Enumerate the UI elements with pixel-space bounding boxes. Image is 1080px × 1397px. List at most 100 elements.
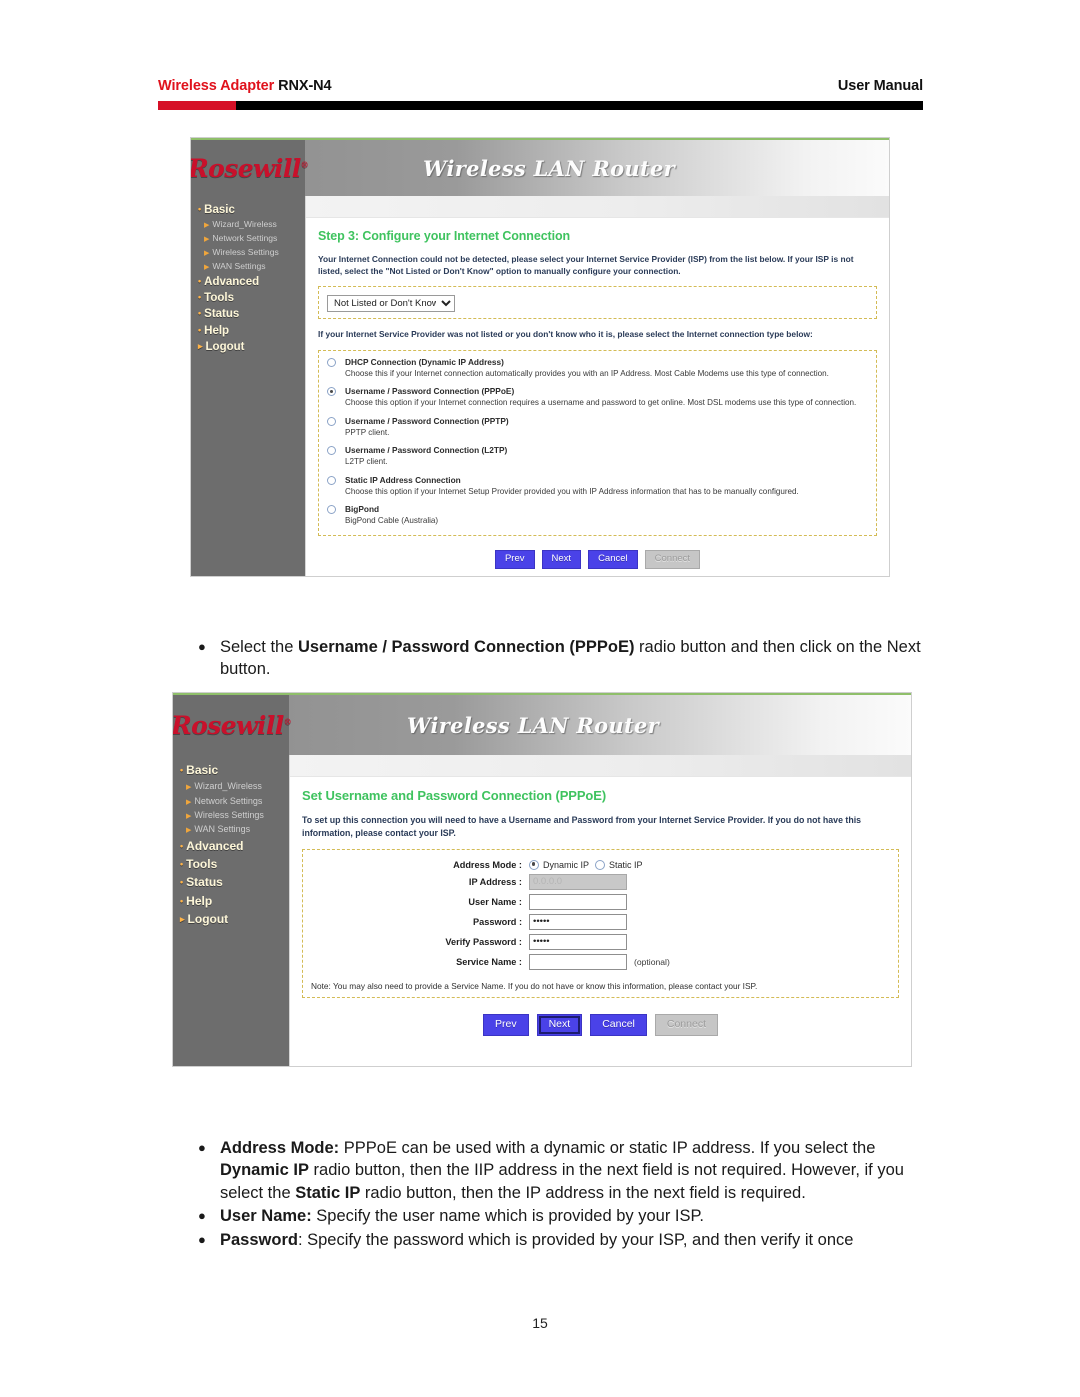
sidebar-item-advanced[interactable]: • Advanced xyxy=(180,837,289,855)
sidebar-item-wireless-settings[interactable]: ▶ Wireless Settings xyxy=(180,808,289,822)
cancel-button[interactable]: Cancel xyxy=(588,549,638,569)
bullet-icon: ● xyxy=(198,1231,206,1247)
radio-icon-static[interactable] xyxy=(595,859,606,870)
page-header-row: Wireless Adapter RNX-N4 User Manual xyxy=(158,78,923,94)
sidebar-item-network-settings[interactable]: ▶ Network Settings xyxy=(180,794,289,808)
next-button[interactable]: Next xyxy=(541,549,582,569)
prev-button[interactable]: Prev xyxy=(494,549,535,569)
connection-type-option[interactable]: DHCP Connection (Dynamic IP Address) Choo… xyxy=(327,357,868,380)
sidebar-item-basic[interactable]: • Basic xyxy=(198,202,305,218)
header-left: Wireless Adapter RNX-N4 xyxy=(158,78,332,94)
radio-dynamic-ip[interactable]: Dynamic IP xyxy=(529,859,589,870)
arrow-right-icon: ▶ xyxy=(186,784,192,792)
sidebar-item-wizard-wireless[interactable]: ▶ Wizard_Wireless xyxy=(180,779,289,793)
connect-button: Connect xyxy=(654,1013,718,1036)
radio-icon[interactable] xyxy=(327,387,336,397)
sidebar-item-network-settings[interactable]: ▶ Network Settings xyxy=(198,232,305,246)
form-row-password: Password : xyxy=(311,913,890,930)
isp-select[interactable]: Not Listed or Don't Know xyxy=(327,295,455,313)
section-title: Step 3: Configure your Internet Connecti… xyxy=(318,229,571,243)
router-ui-screenshot-pppoe: Rosewill® Wireless LAN Router • Basic ▶ Wi… xyxy=(172,692,912,1067)
connection-type-option[interactable]: Static IP Address Connection Choose this … xyxy=(327,475,868,498)
button-bar: Prev Next Cancel Connect xyxy=(302,1013,899,1036)
sidebar-item-basic[interactable]: • Basic xyxy=(180,761,289,779)
connection-type-line: Username / Password Connection (PPTP) xyxy=(327,416,868,426)
bullet-lead-term: Password xyxy=(220,1230,298,1249)
sidebar-item-help[interactable]: • Help xyxy=(198,323,305,339)
bullet-text: Address Mode: PPPoE can be used with a d… xyxy=(220,1139,904,1202)
next-button[interactable]: Next xyxy=(536,1013,583,1036)
sidebar-item-wizard-wireless[interactable]: ▶ Wizard_Wireless xyxy=(198,218,305,232)
sidebar-item-logout[interactable]: ▸ Logout xyxy=(198,339,305,355)
content-inner: Set Username and Password Connection (PP… xyxy=(290,777,911,1066)
bullet-icon: ● xyxy=(198,639,206,654)
logo-cell: Rosewill® xyxy=(191,140,309,196)
page-header: Wireless Adapter RNX-N4 User Manual xyxy=(158,78,923,110)
isp-select-box: Not Listed or Don't Know xyxy=(318,286,877,320)
connection-type-label: Static IP Address Connection xyxy=(345,474,461,485)
bullet-text: User Name: Specify the user name which i… xyxy=(220,1207,704,1226)
radio-icon[interactable] xyxy=(327,416,336,426)
password-label: Password : xyxy=(472,916,522,927)
radio-static-ip[interactable]: Static IP xyxy=(595,859,643,870)
sidebar-item-logout[interactable]: ▸ Logout xyxy=(180,910,289,928)
bullet-item: ● Password: Specify the password which is… xyxy=(198,1229,923,1251)
content-header-strip xyxy=(290,755,911,777)
content-inner: Step 3: Configure your Internet Connecti… xyxy=(306,218,889,576)
user-name-field[interactable] xyxy=(529,893,627,910)
bullet-text: Select the Username / Password Connectio… xyxy=(220,638,921,679)
header-model: RNX-N4 xyxy=(278,78,332,94)
verify-password-field[interactable] xyxy=(529,933,627,950)
bullet-lead-term: Address Mode: xyxy=(220,1139,340,1157)
firmware-version: Firmware Version: 1.2.02 xyxy=(302,1036,899,1066)
sidebar-item-advanced[interactable]: • Advanced xyxy=(198,274,305,290)
section-description: Your Internet Connection could not be de… xyxy=(318,254,854,277)
radio-icon-dynamic[interactable] xyxy=(529,859,539,870)
connection-type-option[interactable]: BigPond BigPond Cable (Australia) xyxy=(327,504,868,527)
header-doc-type: User Manual xyxy=(837,78,923,94)
radio-icon[interactable] xyxy=(327,357,336,367)
banner-title: Wireless LAN Router xyxy=(423,155,676,181)
ip-address-field xyxy=(529,873,627,890)
banner-cell: Wireless LAN Router xyxy=(305,140,889,196)
router-header-bar: Rosewill® Wireless LAN Router xyxy=(191,138,889,196)
router-body: • Basic ▶ Wizard_Wireless ▶ Network Setting… xyxy=(191,196,889,576)
arrow-right-icon: ▸ xyxy=(180,913,185,924)
arrow-right-icon: ▶ xyxy=(204,236,210,244)
radio-icon[interactable] xyxy=(327,475,336,485)
bullet-icon: • xyxy=(198,292,202,303)
trademark-icon: ® xyxy=(300,159,309,170)
bullet-icon: • xyxy=(180,765,184,775)
sidebar-item-tools[interactable]: • Tools xyxy=(180,855,289,873)
bullet-icon: • xyxy=(198,275,202,286)
connection-type-label: DHCP Connection (Dynamic IP Address) xyxy=(345,356,504,367)
sidebar-item-tools[interactable]: • Tools xyxy=(198,290,305,306)
connection-type-line: DHCP Connection (Dynamic IP Address) xyxy=(327,357,868,367)
service-name-field[interactable] xyxy=(529,953,627,970)
connection-type-option[interactable]: Username / Password Connection (L2TP) L2T… xyxy=(327,445,868,468)
connection-type-option[interactable]: Username / Password Connection (PPPoE) Ch… xyxy=(327,386,868,409)
trademark-icon: ® xyxy=(283,716,292,727)
cancel-button[interactable]: Cancel xyxy=(590,1013,647,1036)
page-number: 15 xyxy=(532,1315,548,1331)
radio-icon[interactable] xyxy=(327,446,336,456)
password-field[interactable] xyxy=(529,913,627,930)
radio-icon[interactable] xyxy=(327,505,336,515)
router-ui-screenshot-step3: Rosewill® Wireless LAN Router • Basic ▶ Wi… xyxy=(190,137,890,577)
sidebar-item-wan-settings[interactable]: ▶ WAN Settings xyxy=(180,822,289,836)
sidebar-item-wireless-settings[interactable]: ▶ Wireless Settings xyxy=(198,246,305,260)
pppoe-form-box: Address Mode : Dynamic IP Static IP IP A… xyxy=(302,848,899,998)
sidebar-item-wan-settings[interactable]: ▶ WAN Settings xyxy=(198,260,305,274)
connection-type-label: Username / Password Connection (L2TP) xyxy=(345,445,508,456)
prev-button[interactable]: Prev xyxy=(483,1013,529,1036)
address-mode-label: Address Mode : xyxy=(453,859,522,870)
bullet-icon: • xyxy=(198,324,202,335)
form-row-user-name: User Name : xyxy=(311,893,890,910)
sidebar-item-help[interactable]: • Help xyxy=(180,892,289,910)
sidebar-item-status[interactable]: • Status xyxy=(198,306,305,322)
connection-type-option[interactable]: Username / Password Connection (PPTP) PPT… xyxy=(327,416,868,439)
bullet-text: Password: Specify the password which is … xyxy=(220,1230,854,1249)
sidebar-item-status[interactable]: • Status xyxy=(180,873,289,891)
connection-type-description: BigPond Cable (Australia) xyxy=(345,516,439,526)
connection-type-label: BigPond xyxy=(345,504,380,515)
